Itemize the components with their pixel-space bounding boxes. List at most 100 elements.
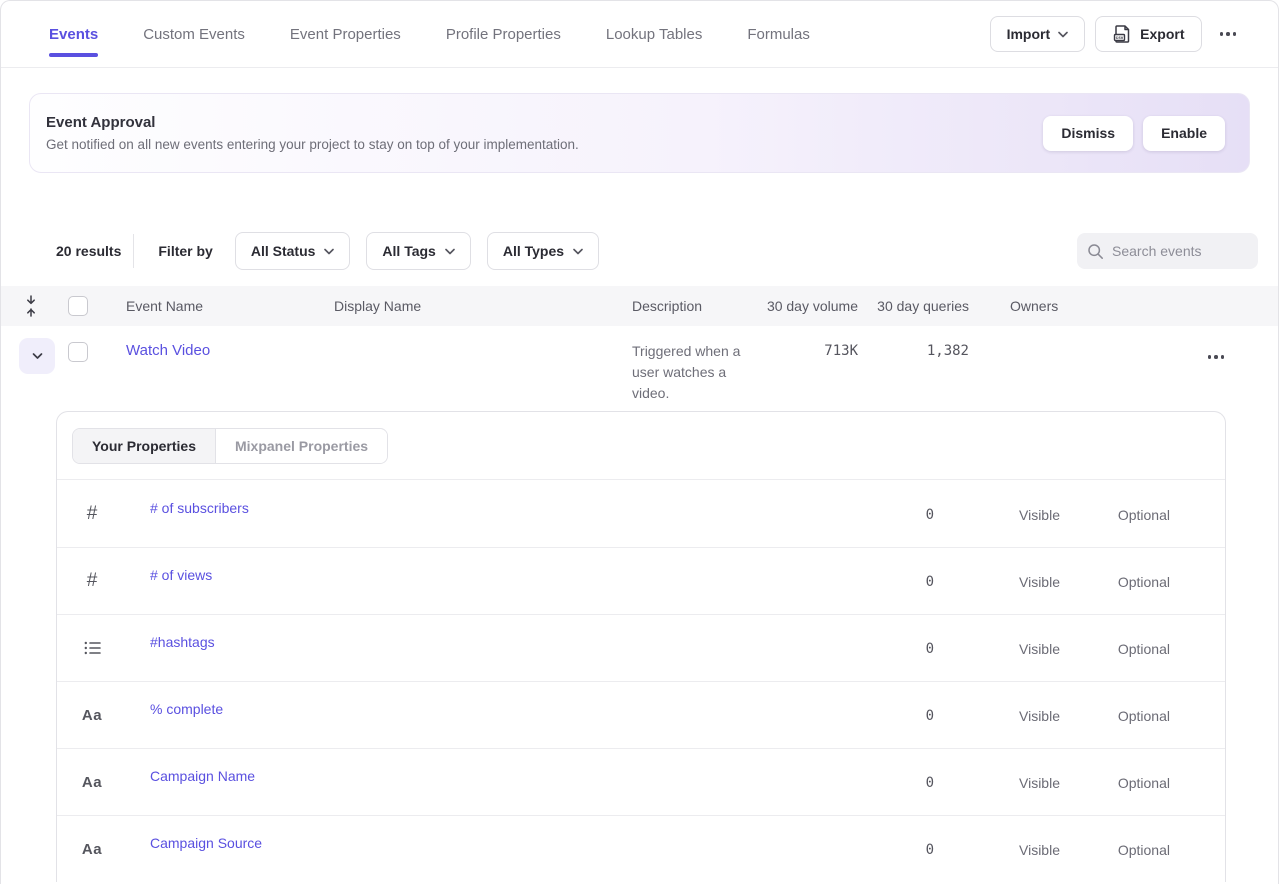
export-button-label: Export xyxy=(1140,26,1184,42)
property-name-link[interactable]: Campaign Source xyxy=(127,835,864,851)
filter-bar: 20 results Filter by All Status All Tags… xyxy=(1,232,1278,270)
top-navigation: Events Custom Events Event Properties Pr… xyxy=(1,1,1278,68)
search-events-box xyxy=(1077,233,1258,269)
nav-actions: Import csv Export xyxy=(990,16,1278,52)
tab-custom-events[interactable]: Custom Events xyxy=(143,1,245,67)
chevron-down-icon xyxy=(1058,31,1068,38)
enable-button[interactable]: Enable xyxy=(1143,116,1225,151)
event-row-watch-video: Watch Video Triggered when a user watche… xyxy=(1,326,1278,398)
property-row: Aa % complete 0 Visible Optional xyxy=(57,681,1225,748)
tab-events-label: Events xyxy=(49,26,98,43)
text-glyph: Aa xyxy=(82,707,102,724)
property-row: # # of views 0 Visible Optional xyxy=(57,547,1225,614)
chevron-down-icon xyxy=(573,248,583,255)
list-icon xyxy=(57,640,127,656)
property-row: Aa Campaign Source 0 Visible Optional xyxy=(57,815,1225,882)
search-icon xyxy=(1087,243,1104,260)
property-row: # # of subscribers 0 Visible Optional xyxy=(57,480,1225,547)
events-table-header: Event Name Display Name Description 30 d… xyxy=(1,286,1278,326)
header-description: Description xyxy=(621,298,751,314)
tab-event-properties-label: Event Properties xyxy=(290,26,401,43)
tab-your-properties[interactable]: Your Properties xyxy=(73,429,216,463)
text-glyph: Aa xyxy=(82,774,102,791)
collapse-vertical-icon xyxy=(24,295,38,317)
ellipsis-icon xyxy=(1220,32,1237,36)
nav-more-button[interactable] xyxy=(1212,26,1245,42)
status-filter-label: All Status xyxy=(251,243,316,259)
property-volume: 0 xyxy=(864,708,934,724)
banner-text: Event Approval Get notified on all new e… xyxy=(46,114,579,152)
property-requirement: Optional xyxy=(1060,775,1170,791)
property-volume: 0 xyxy=(864,775,934,791)
types-filter-dropdown[interactable]: All Types xyxy=(487,232,599,270)
collapse-all-button[interactable] xyxy=(1,295,61,317)
hash-glyph: # xyxy=(87,570,98,592)
property-visibility: Visible xyxy=(934,842,1060,858)
property-name-link[interactable]: #hashtags xyxy=(127,634,864,650)
export-button[interactable]: csv Export xyxy=(1095,16,1201,52)
property-name-link[interactable]: Campaign Name xyxy=(127,768,864,784)
ellipsis-icon xyxy=(1208,355,1225,359)
tab-mixpanel-properties[interactable]: Mixpanel Properties xyxy=(216,429,387,463)
tab-profile-properties[interactable]: Profile Properties xyxy=(446,1,561,67)
property-visibility: Visible xyxy=(934,708,1060,724)
property-name-link[interactable]: # of subscribers xyxy=(127,500,864,516)
tags-filter-label: All Tags xyxy=(382,243,435,259)
hash-icon: # xyxy=(57,570,127,592)
property-name-link[interactable]: % complete xyxy=(127,701,864,717)
import-button[interactable]: Import xyxy=(990,16,1086,52)
filter-by-label: Filter by xyxy=(158,243,212,259)
header-display-name: Display Name xyxy=(326,298,621,314)
text-icon: Aa xyxy=(57,774,127,791)
property-requirement: Optional xyxy=(1060,507,1170,523)
property-requirement: Optional xyxy=(1060,708,1170,724)
collapse-row-button[interactable] xyxy=(19,338,55,374)
results-count: 20 results xyxy=(56,243,121,259)
text-icon: Aa xyxy=(57,707,127,724)
svg-text:csv: csv xyxy=(1116,35,1124,40)
chevron-down-icon xyxy=(445,248,455,255)
property-volume: 0 xyxy=(864,574,934,590)
property-visibility: Visible xyxy=(934,641,1060,657)
panel-tab-bar: Your Properties Mixpanel Properties xyxy=(57,412,1225,480)
property-name-link[interactable]: # of views xyxy=(127,567,864,583)
tab-formulas[interactable]: Formulas xyxy=(747,1,810,67)
chevron-down-icon xyxy=(32,352,43,360)
tab-profile-properties-label: Profile Properties xyxy=(446,26,561,43)
tab-event-properties[interactable]: Event Properties xyxy=(290,1,401,67)
row-checkbox[interactable] xyxy=(68,342,88,362)
row-select-cell xyxy=(61,326,109,362)
event-description: Triggered when a user watches a video. xyxy=(621,326,751,404)
property-requirement: Optional xyxy=(1060,574,1170,590)
hash-glyph: # xyxy=(87,503,98,525)
dismiss-button[interactable]: Dismiss xyxy=(1043,116,1133,151)
event-name-link[interactable]: Watch Video xyxy=(109,326,326,359)
tab-custom-events-label: Custom Events xyxy=(143,26,245,43)
row-actions-cell xyxy=(1151,326,1278,365)
property-volume: 0 xyxy=(864,507,934,523)
text-glyph: Aa xyxy=(82,841,102,858)
nav-tabs: Events Custom Events Event Properties Pr… xyxy=(49,1,810,67)
property-requirement: Optional xyxy=(1060,641,1170,657)
header-event-name: Event Name xyxy=(109,298,326,314)
select-all-checkbox[interactable] xyxy=(68,296,88,316)
event-queries: 1,382 xyxy=(861,326,971,359)
types-filter-label: All Types xyxy=(503,243,564,259)
tab-lookup-tables[interactable]: Lookup Tables xyxy=(606,1,702,67)
text-icon: Aa xyxy=(57,841,127,858)
status-filter-dropdown[interactable]: All Status xyxy=(235,232,351,270)
csv-file-icon: csv xyxy=(1112,24,1132,44)
tags-filter-dropdown[interactable]: All Tags xyxy=(366,232,470,270)
select-all-cell xyxy=(61,296,109,316)
search-events-input[interactable] xyxy=(1112,243,1242,259)
banner-title: Event Approval xyxy=(46,114,579,131)
row-more-button[interactable] xyxy=(1200,349,1233,365)
event-volume: 713K xyxy=(751,326,861,359)
tab-events[interactable]: Events xyxy=(49,1,98,67)
event-approval-banner: Event Approval Get notified on all new e… xyxy=(29,93,1250,173)
banner-description: Get notified on all new events entering … xyxy=(46,137,579,152)
hash-icon: # xyxy=(57,503,127,525)
header-owners: Owners xyxy=(971,298,1151,314)
event-properties-panel: Your Properties Mixpanel Properties # # … xyxy=(56,411,1226,882)
banner-actions: Dismiss Enable xyxy=(1043,116,1225,151)
